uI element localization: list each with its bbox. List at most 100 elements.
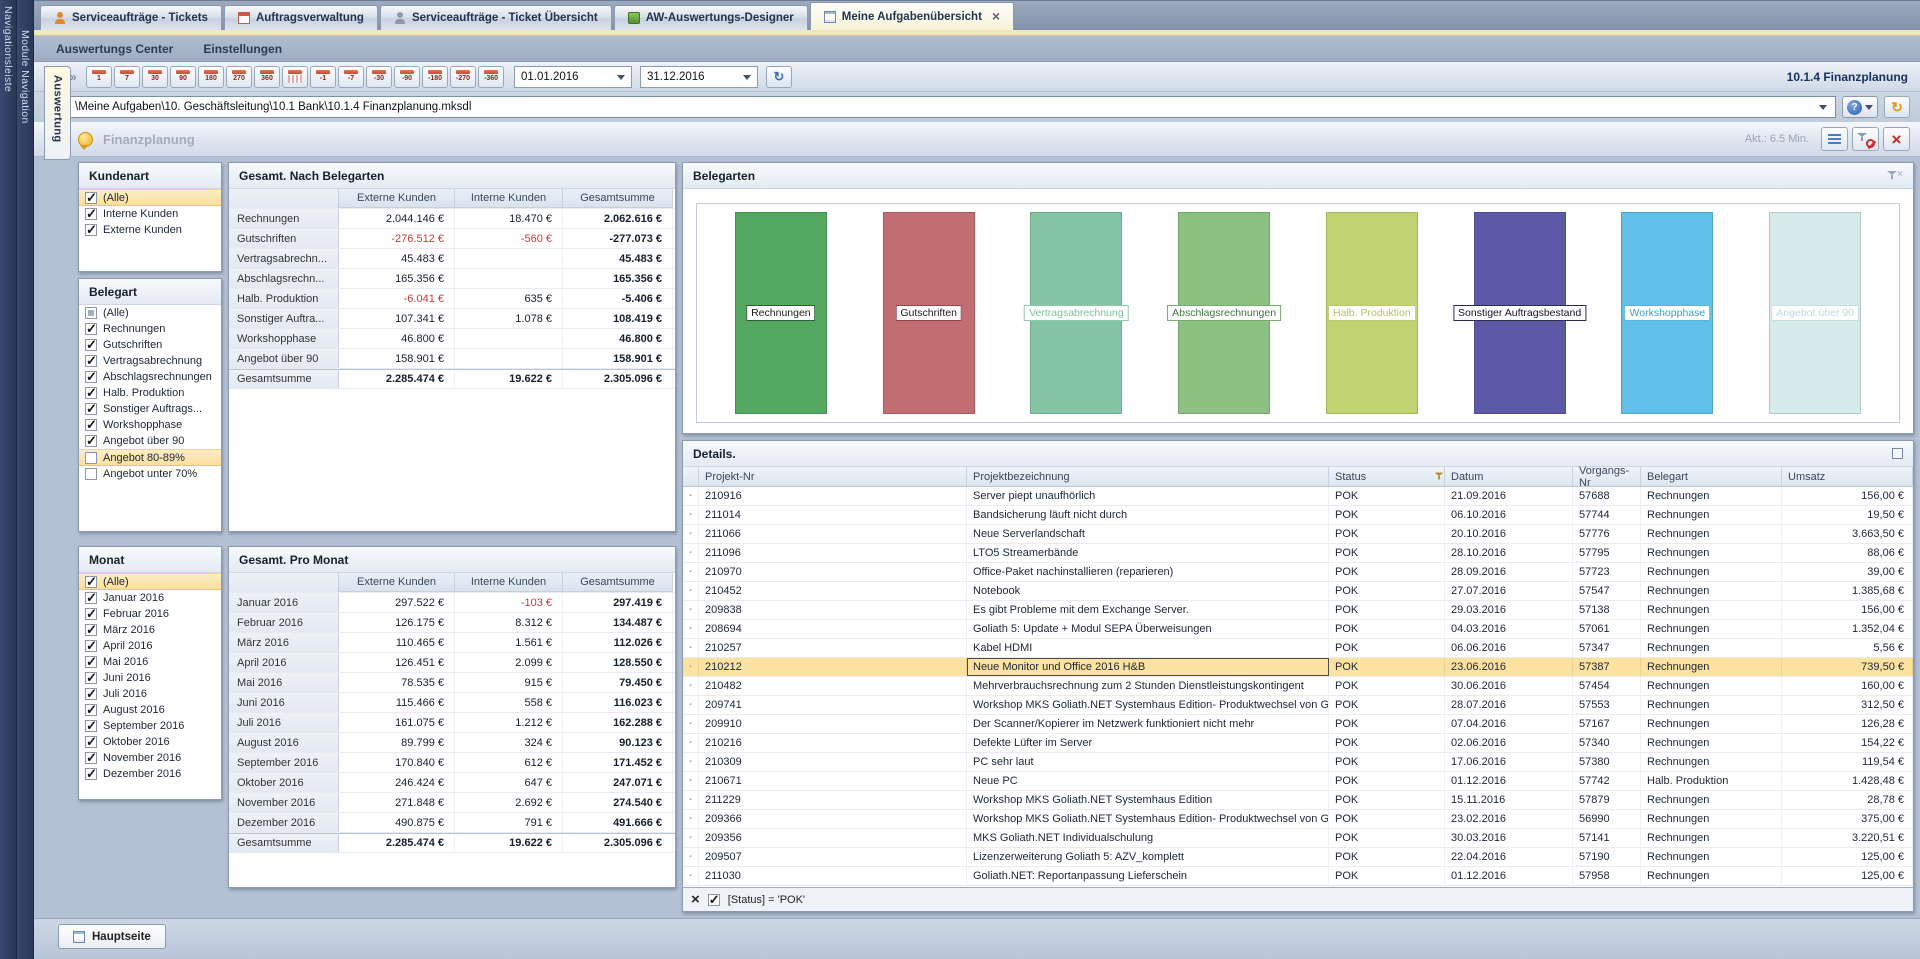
checkbox[interactable] — [85, 339, 97, 351]
checkbox[interactable] — [85, 752, 97, 764]
monat-filter-item[interactable]: November 2016 — [79, 750, 221, 766]
table-row[interactable]: 210212 Neue Monitor und Office 2016 H&B … — [683, 658, 1913, 677]
toolbar-overflow-icon[interactable] — [70, 70, 84, 84]
table-row[interactable]: 210452 Notebook POK 27.07.2016 57547 Rec… — [683, 582, 1913, 601]
belegart-filter-item[interactable]: Halb. Produktion — [79, 385, 221, 401]
table-row[interactable]: 210970 Office-Paket nachinstallieren (re… — [683, 563, 1913, 582]
column-header[interactable]: Belegart — [1641, 467, 1782, 487]
belegart-filter-item[interactable]: Angebot unter 70% — [79, 466, 221, 482]
table-row[interactable]: 210482 Mehrverbrauchsrechnung zum 2 Stun… — [683, 677, 1913, 696]
report-path-input[interactable]: \Meine Aufgaben\10. Geschäftsleitung\10.… — [66, 96, 1836, 118]
checkbox[interactable] — [85, 720, 97, 732]
table-row[interactable]: Dezember 2016 490.875 € 791 € 491.666 € — [229, 813, 675, 833]
table-row[interactable]: 210216 Defekte Lüfter im Server POK 02.0… — [683, 734, 1913, 753]
table-row[interactable]: 209838 Es gibt Probleme mit dem Exchange… — [683, 601, 1913, 620]
monat-filter-item[interactable]: Oktober 2016 — [79, 734, 221, 750]
checkbox[interactable] — [85, 468, 97, 480]
date-to-field[interactable]: 31.12.2016 — [640, 66, 758, 88]
clear-filter-button[interactable] — [1852, 127, 1879, 151]
monat-filter-item[interactable]: Juni 2016 — [79, 670, 221, 686]
belegart-filter-item[interactable]: Workshopphase — [79, 417, 221, 433]
checkbox[interactable] — [85, 672, 97, 684]
apply-date-range-button[interactable] — [766, 66, 792, 88]
table-row[interactable]: 210309 PC sehr laut POK 17.06.2016 57380… — [683, 753, 1913, 772]
checkbox[interactable] — [85, 371, 97, 383]
table-row[interactable]: Februar 2016 126.175 € 8.312 € 134.487 € — [229, 613, 675, 633]
chart-bar-label[interactable]: Abschlagsrechnungen — [1167, 305, 1281, 321]
belegart-filter-item[interactable]: Rechnungen — [79, 321, 221, 337]
period-backward-button[interactable]: -360 — [478, 66, 504, 88]
table-row[interactable]: 209741 Workshop MKS Goliath.NET Systemha… — [683, 696, 1913, 715]
filter-icon[interactable] — [1435, 473, 1444, 481]
chart-bar-label[interactable]: Workshopphase — [1625, 305, 1711, 321]
table-row[interactable]: September 2016 170.840 € 612 € 171.452 € — [229, 753, 675, 773]
layout-list-button[interactable] — [1821, 127, 1848, 151]
tab-hauptseite[interactable]: Hauptseite — [58, 924, 166, 949]
belegart-filter-item[interactable]: (Alle) — [79, 305, 221, 321]
column-header[interactable]: Externe Kunden — [339, 189, 455, 208]
calendar-picker-button[interactable] — [282, 66, 308, 88]
table-row[interactable]: Januar 2016 297.522 € -103 € 297.419 € — [229, 593, 675, 613]
table-row[interactable]: Gesamtsumme 2.285.474 € 19.622 € 2.305.0… — [229, 369, 675, 389]
filter-clear-icon[interactable] — [1887, 170, 1903, 182]
chart-bar-label[interactable]: Vertragsabrechnung — [1024, 305, 1129, 321]
checkbox[interactable] — [85, 224, 97, 236]
chart-bar-label[interactable]: Rechnungen — [746, 305, 816, 321]
belegart-filter-item[interactable]: Angebot 80-89% — [79, 449, 221, 466]
checkbox[interactable] — [85, 704, 97, 716]
period-backward-button[interactable]: -270 — [450, 66, 476, 88]
checkbox[interactable] — [85, 768, 97, 780]
belegart-filter-item[interactable]: Vertragsabrechnung — [79, 353, 221, 369]
table-row[interactable]: Gutschriften -276.512 € -560 € -277.073 … — [229, 229, 675, 249]
reload-report-button[interactable] — [1884, 96, 1910, 118]
document-tab[interactable]: Serviceaufträge - Ticket Übersicht — [380, 5, 612, 30]
table-row[interactable]: Rechnungen 2.044.146 € 18.470 € 2.062.61… — [229, 209, 675, 229]
table-row[interactable]: Abschlagsrechn... 165.356 € 165.356 € — [229, 269, 675, 289]
monat-filter-item[interactable]: September 2016 — [79, 718, 221, 734]
table-row[interactable]: Angebot über 90 158.901 € 158.901 € — [229, 349, 675, 369]
column-header[interactable]: Gesamtsumme — [563, 573, 673, 592]
chart-bar-label[interactable]: Halb. Produktion — [1328, 305, 1416, 321]
table-row[interactable]: 211014 Bandsicherung läuft nicht durch P… — [683, 506, 1913, 525]
column-header[interactable]: Vorgangs-Nr — [1573, 467, 1641, 487]
table-row[interactable]: Halb. Produktion -6.041 € 635 € -5.406 € — [229, 289, 675, 309]
period-forward-button[interactable]: 30 — [142, 66, 168, 88]
table-row[interactable]: Oktober 2016 246.424 € 647 € 247.071 € — [229, 773, 675, 793]
checkbox[interactable] — [85, 387, 97, 399]
table-row[interactable]: 210671 Neue PC POK 01.12.2016 57742 Halb… — [683, 772, 1913, 791]
belegart-filter-item[interactable]: Abschlagsrechnungen — [79, 369, 221, 385]
table-row[interactable]: Juni 2016 115.466 € 558 € 116.023 € — [229, 693, 675, 713]
column-header[interactable]: Externe Kunden — [339, 573, 455, 592]
table-row[interactable]: 208694 Goliath 5: Update + Modul SEPA Üb… — [683, 620, 1913, 639]
monat-filter-item[interactable]: April 2016 — [79, 638, 221, 654]
document-tab[interactable]: Auftragsverwaltung — [224, 5, 378, 30]
table-row[interactable]: Sonstiger Auftra... 107.341 € 1.078 € 10… — [229, 309, 675, 329]
sidebar-module-navigation[interactable]: Module Navigation — [17, 0, 34, 959]
checkbox[interactable] — [85, 452, 97, 464]
table-row[interactable]: April 2016 126.451 € 2.099 € 128.550 € — [229, 653, 675, 673]
sidebar-navigationsleiste[interactable]: Navigationsleiste — [0, 0, 17, 959]
tab-auswertung[interactable]: Auswertung — [44, 66, 71, 160]
column-header[interactable]: Gesamtsumme — [563, 189, 673, 208]
period-backward-button[interactable]: -30 — [366, 66, 392, 88]
monat-filter-item[interactable]: August 2016 — [79, 702, 221, 718]
menu-item[interactable]: Auswertungs Center — [56, 42, 173, 56]
table-row[interactable]: Juli 2016 161.075 € 1.212 € 162.288 € — [229, 713, 675, 733]
table-row[interactable]: 211096 LTO5 Streamerbände POK 28.10.2016… — [683, 544, 1913, 563]
period-backward-button[interactable]: -90 — [394, 66, 420, 88]
monat-filter-item[interactable]: Dezember 2016 — [79, 766, 221, 782]
column-header[interactable]: Projekt-Nr — [699, 467, 967, 487]
checkbox[interactable] — [85, 688, 97, 700]
period-backward-button[interactable]: -7 — [338, 66, 364, 88]
column-header[interactable]: Interne Kunden — [455, 573, 563, 592]
monat-filter-item[interactable]: Mai 2016 — [79, 654, 221, 670]
checkbox[interactable] — [85, 640, 97, 652]
help-button[interactable] — [1842, 96, 1878, 118]
belegart-filter-item[interactable]: Angebot über 90 — [79, 433, 221, 449]
date-from-field[interactable]: 01.01.2016 — [514, 66, 632, 88]
period-backward-button[interactable]: -1 — [310, 66, 336, 88]
column-header[interactable]: Interne Kunden — [455, 189, 563, 208]
period-forward-button[interactable]: 360 — [254, 66, 280, 88]
table-row[interactable]: 209910 Der Scanner/Kopierer im Netzwerk … — [683, 715, 1913, 734]
checkbox[interactable] — [85, 323, 97, 335]
